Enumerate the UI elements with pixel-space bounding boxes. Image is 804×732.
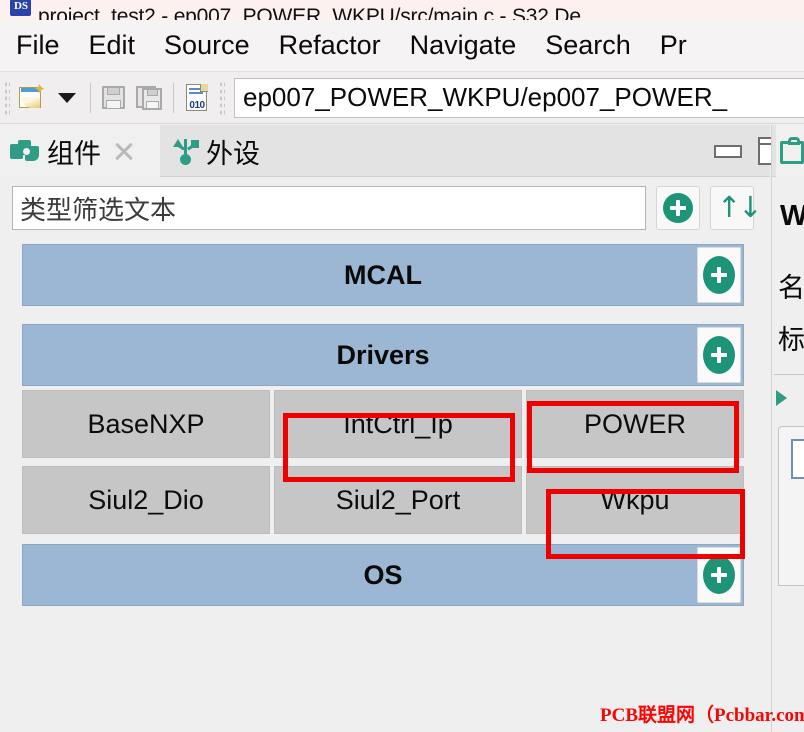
component-detail-panel: W 名 标	[771, 125, 804, 732]
menu-bar: File Edit Source Refactor Navigate Searc…	[0, 20, 804, 72]
tab-peripherals-label: 外设	[206, 138, 260, 169]
detail-field-label-label: 标	[778, 325, 804, 355]
tile-power[interactable]: POWER	[526, 390, 744, 458]
group-title-drivers: Drivers	[336, 339, 430, 370]
main-toolbar: ✦ 010 ep007_POWER_WKPU/ep007_POWER_	[0, 72, 804, 124]
filter-row: 类型筛选文本 ↑↓	[0, 178, 770, 238]
detail-field-name-label: 名	[778, 273, 804, 303]
group-header-os[interactable]: OS	[22, 544, 744, 606]
detail-section-box	[778, 426, 804, 586]
save-all-icon	[136, 85, 164, 111]
sort-button[interactable]: ↑↓	[710, 186, 763, 230]
minimize-view-button[interactable]	[714, 125, 742, 177]
save-icon	[101, 85, 127, 111]
toolbar-separator	[90, 82, 91, 113]
close-icon[interactable]	[113, 140, 135, 162]
tile-basenxp[interactable]: BaseNXP	[22, 390, 270, 458]
application-window: DS project_test2 - ep007_POWER_WKPU/src/…	[0, 0, 804, 732]
binary-file-button[interactable]: 010	[179, 78, 215, 118]
menu-item-project[interactable]: Pr	[660, 32, 687, 59]
tile-siul2-dio[interactable]: Siul2_Dio	[22, 466, 270, 534]
group-title-mcal: MCAL	[344, 259, 422, 290]
window-title: project_test2 - ep007_POWER_WKPU/src/mai…	[38, 5, 581, 20]
plus-circle-icon	[703, 336, 735, 374]
minimize-view-icon	[714, 144, 742, 158]
toolbar-grip-2[interactable]	[219, 80, 225, 115]
toolbar-separator-2	[173, 82, 174, 113]
new-file-icon: ✦	[17, 82, 46, 111]
sort-arrows-icon: ↑↓	[717, 190, 763, 224]
components-view: 组件 外设 类型筛选文本 ↑↓ MCAL Drivers BaseNXP Int…	[0, 125, 788, 732]
tile-label: POWER	[583, 408, 686, 439]
menu-item-file[interactable]: File	[16, 32, 60, 59]
tile-siul2-port[interactable]: Siul2_Port	[274, 466, 522, 534]
tile-label: BaseNXP	[87, 408, 205, 439]
type-filter-input[interactable]: 类型筛选文本	[12, 186, 646, 230]
driver-tile-row-2: Siul2_Dio Siul2_Port Wkpu	[22, 466, 744, 534]
tile-intctrl-ip[interactable]: IntCtrl_Ip	[274, 390, 522, 458]
detail-divider	[774, 374, 804, 375]
path-field[interactable]: ep007_POWER_WKPU/ep007_POWER_	[234, 77, 804, 118]
binary-file-icon: 010	[184, 83, 210, 112]
detail-inner-field[interactable]	[791, 439, 804, 479]
watermark: PCB联盟网（Pcbbar.com)	[600, 705, 804, 726]
new-file-button[interactable]: ✦	[13, 78, 49, 118]
menu-item-source[interactable]: Source	[164, 32, 250, 59]
tab-peripherals[interactable]: 外设	[163, 125, 293, 177]
add-drivers-button[interactable]	[697, 327, 741, 383]
add-component-button[interactable]	[656, 186, 700, 230]
usb-peripherals-icon	[173, 137, 199, 165]
plus-circle-icon	[703, 256, 735, 294]
save-all-button[interactable]	[132, 78, 168, 118]
tab-components-label: 组件	[47, 138, 101, 169]
tile-label: Siul2_Dio	[88, 484, 204, 515]
menu-item-edit[interactable]: Edit	[89, 32, 136, 59]
detail-body: W 名 标	[772, 178, 804, 732]
toolbar-grip[interactable]	[4, 80, 10, 115]
tile-wkpu[interactable]: Wkpu	[526, 466, 744, 534]
add-mcal-button[interactable]	[697, 247, 741, 303]
plus-circle-icon	[663, 193, 693, 223]
detail-tab-row	[772, 125, 804, 177]
menu-item-navigate[interactable]: Navigate	[410, 32, 517, 59]
tile-label: Wkpu	[600, 484, 670, 515]
tile-label: IntCtrl_Ip	[343, 408, 453, 439]
plus-circle-icon	[703, 556, 735, 594]
menu-item-refactor[interactable]: Refactor	[279, 32, 381, 59]
add-os-button[interactable]	[697, 547, 741, 603]
tab-components[interactable]: 组件	[0, 125, 160, 177]
component-tree: MCAL Drivers BaseNXP IntCtrl_Ip POWER Si…	[0, 238, 770, 732]
binary-icon-label: 010	[189, 99, 205, 111]
components-icon	[10, 138, 40, 164]
app-icon: DS	[10, 0, 32, 20]
driver-tile-row-1: BaseNXP IntCtrl_Ip POWER	[22, 390, 744, 458]
group-header-drivers[interactable]: Drivers	[22, 324, 744, 386]
chevron-down-icon	[58, 92, 76, 103]
detail-title: W	[780, 200, 804, 233]
window-title-bar: DS project_test2 - ep007_POWER_WKPU/src/…	[0, 0, 804, 20]
tile-label: Siul2_Port	[335, 484, 461, 515]
chevron-right-icon[interactable]	[776, 390, 787, 406]
menu-item-search[interactable]: Search	[545, 32, 631, 59]
group-header-mcal[interactable]: MCAL	[22, 244, 744, 306]
save-button[interactable]	[96, 78, 132, 118]
new-file-dropdown-button[interactable]	[49, 78, 85, 118]
clipboard-icon	[780, 137, 804, 165]
group-title-os: OS	[363, 559, 403, 590]
view-tab-row: 组件 外设	[0, 125, 788, 177]
tab-component-detail[interactable]	[776, 125, 804, 177]
